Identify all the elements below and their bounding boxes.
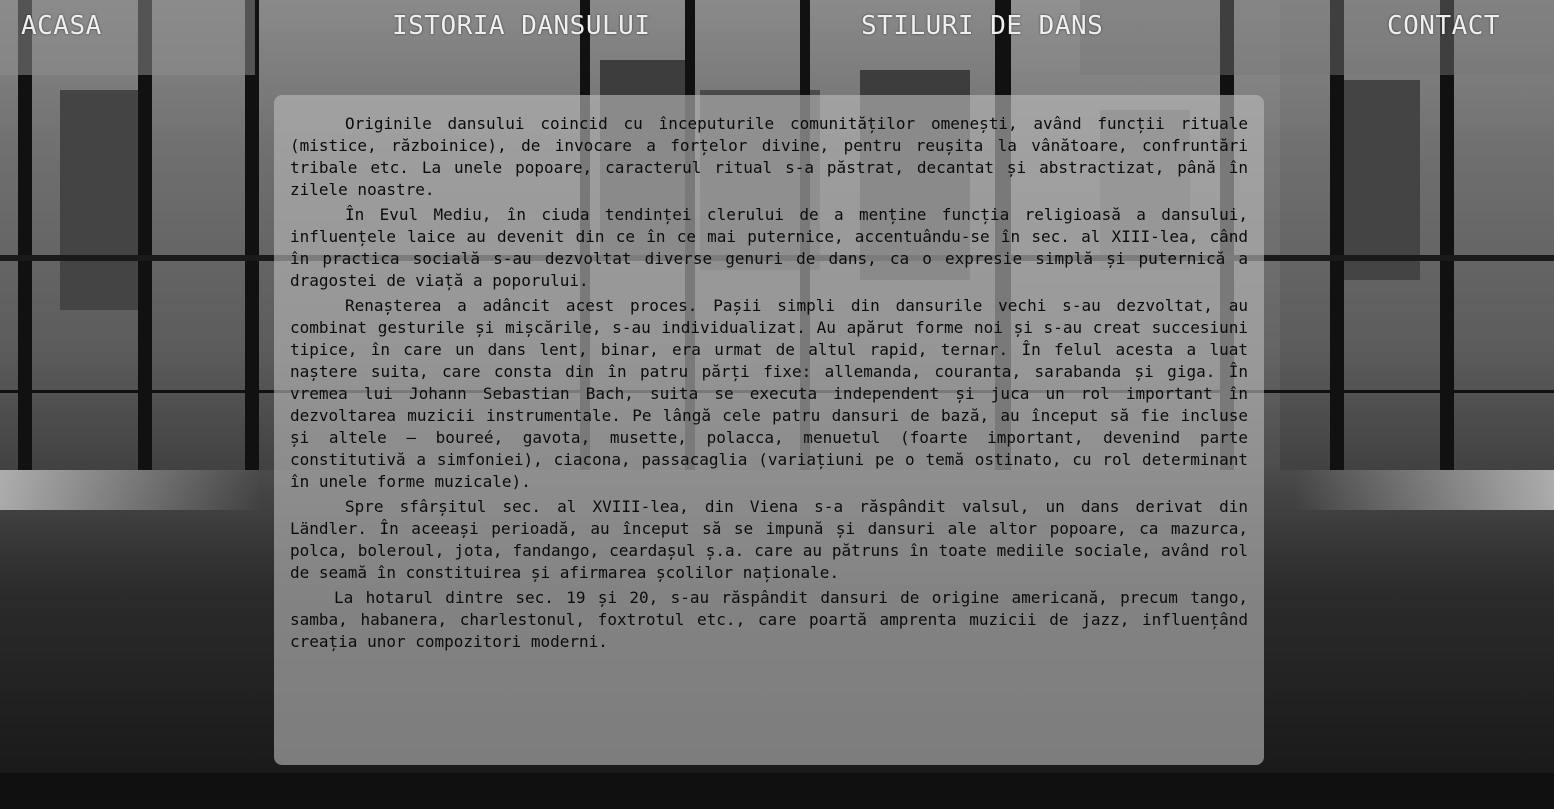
- nav-link-stiluri-de-dans[interactable]: STILURI DE DANS: [861, 0, 1103, 75]
- article-panel: Originile dansului coincid cu începuturi…: [274, 95, 1264, 765]
- article-paragraph: Renașterea a adâncit acest proces. Pașii…: [290, 296, 1248, 491]
- nav-link-istoria-dansului[interactable]: ISTORIA DANSULUI: [392, 0, 650, 75]
- article-paragraph: La hotarul dintre sec. 19 și 20, s-au ră…: [290, 588, 1248, 651]
- article-paragraph: În Evul Mediu, în ciuda tendinței clerul…: [290, 205, 1248, 290]
- nav-link-acasa[interactable]: ACASA: [21, 0, 102, 75]
- article-paragraph: Originile dansului coincid cu începuturi…: [290, 114, 1248, 199]
- floor-light-reflection: [1294, 470, 1554, 510]
- article-paragraph: Spre sfârșitul sec. al XVIII-lea, din Vi…: [290, 497, 1248, 582]
- article-body: Originile dansului coincid cu începuturi…: [290, 113, 1248, 656]
- top-navigation: ACASA ISTORIA DANSULUI STILURI DE DANS C…: [0, 0, 1554, 75]
- building-silhouette: [60, 90, 150, 310]
- building-silhouette: [1340, 80, 1420, 280]
- floor-light-reflection: [0, 470, 260, 510]
- nav-link-contact[interactable]: CONTACT: [1387, 0, 1500, 75]
